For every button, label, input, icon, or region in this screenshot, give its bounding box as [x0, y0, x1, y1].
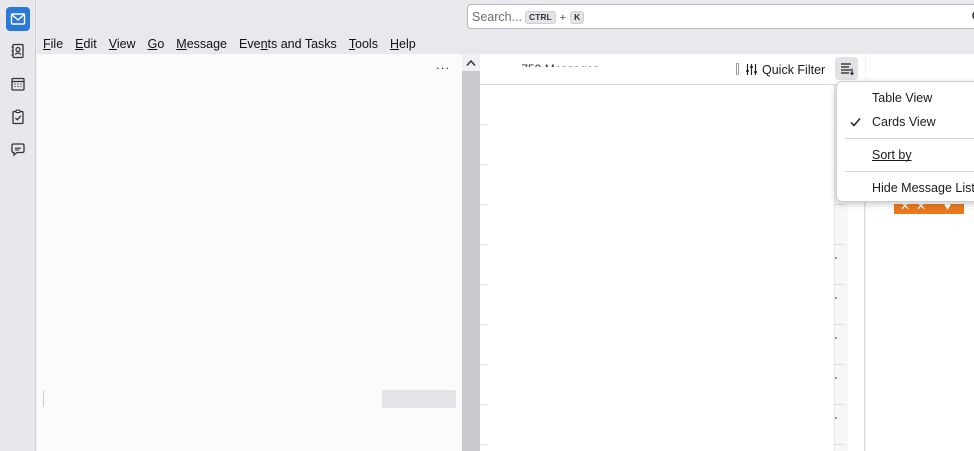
menu-bar: File Edit View Go Message Events and Tas…: [37, 34, 974, 54]
quick-filter-label: Quick Filter: [762, 62, 826, 77]
folder-pane-divider: [43, 391, 44, 407]
row-marker: [480, 164, 488, 165]
row-marker: [480, 324, 488, 325]
address-book-icon: [11, 43, 24, 59]
card-separator: [835, 284, 843, 285]
folder-pane: ...: [37, 54, 462, 451]
menu-item-cards-view[interactable]: Cards View: [837, 111, 974, 133]
thread-pane: ... 759 Messages Quick Filter: [480, 54, 865, 451]
address-book-space-button[interactable]: [6, 39, 30, 63]
checkmark-icon: [850, 118, 861, 127]
badge-glyph: ✕: [916, 204, 927, 213]
menu-separator: [845, 138, 974, 139]
message-preview-badge: ✕ ✕ ♥: [894, 204, 964, 214]
thread-pane-header: ... 759 Messages Quick Filter: [480, 54, 865, 85]
folder-pane-more-button[interactable]: ...: [436, 58, 450, 71]
row-marker: [480, 244, 488, 245]
card-separator: [835, 324, 843, 325]
card-mark: [835, 257, 837, 259]
row-marker: [480, 124, 488, 125]
menu-edit[interactable]: Edit: [75, 34, 97, 54]
tasks-space-button[interactable]: [6, 105, 30, 129]
card-separator: [835, 404, 843, 405]
menu-file[interactable]: File: [43, 34, 63, 54]
row-marker: [480, 444, 488, 445]
card-separator: [835, 204, 843, 205]
card-separator: [835, 444, 843, 445]
menu-go[interactable]: Go: [148, 34, 165, 54]
menu-events-and-tasks[interactable]: Events and Tasks: [239, 34, 337, 54]
mail-icon: [10, 13, 26, 25]
card-mark: [835, 377, 837, 379]
menu-help[interactable]: Help: [390, 34, 416, 54]
chat-icon: [11, 143, 25, 157]
global-search-box[interactable]: CTRL + K: [467, 4, 974, 29]
folder-pane-placeholder-bar: [382, 390, 456, 408]
row-marker: [480, 204, 488, 205]
title-bar: CTRL + K: [37, 0, 974, 34]
scroll-up-button[interactable]: [462, 54, 480, 71]
display-options-menu: Table View Cards View Sort by Hide Messa…: [836, 81, 974, 202]
menu-message[interactable]: Message: [176, 34, 227, 54]
calendar-icon: [11, 77, 25, 91]
quick-filter-button[interactable]: Quick Filter: [745, 61, 825, 78]
row-marker: [480, 364, 488, 365]
filter-sliders-icon: [746, 64, 757, 75]
calendar-space-button[interactable]: [6, 72, 30, 96]
row-marker: [480, 404, 488, 405]
menu-separator: [845, 171, 974, 172]
chat-space-button[interactable]: [6, 138, 30, 162]
menu-view[interactable]: View: [109, 34, 136, 54]
card-mark: [835, 417, 837, 419]
card-mark: [835, 297, 837, 299]
message-count: ... 759 Messages: [508, 62, 599, 67]
message-list-display-options-button[interactable]: [835, 57, 858, 80]
card-mark: [835, 337, 837, 339]
menu-item-hide-message-list-header[interactable]: Hide Message List Header: [837, 177, 974, 199]
card-separator: [835, 244, 843, 245]
folder-pane-splitter[interactable]: [462, 54, 480, 451]
tasks-icon: [12, 109, 24, 125]
menu-item-table-view[interactable]: Table View: [837, 87, 974, 109]
list-options-icon: [840, 62, 854, 75]
badge-glyph: ✕: [900, 204, 911, 213]
card-separator: [835, 364, 843, 365]
chevron-up-icon: [466, 59, 476, 66]
menu-tools[interactable]: Tools: [349, 34, 378, 54]
badge-glyph: ♥: [944, 204, 952, 213]
row-marker: [480, 284, 488, 285]
spaces-toolbar: [0, 0, 36, 451]
header-divider: [736, 63, 739, 75]
mail-space-button[interactable]: [6, 7, 30, 31]
menu-item-sort-by[interactable]: Sort by: [837, 144, 974, 166]
global-search-input[interactable]: [472, 8, 962, 26]
